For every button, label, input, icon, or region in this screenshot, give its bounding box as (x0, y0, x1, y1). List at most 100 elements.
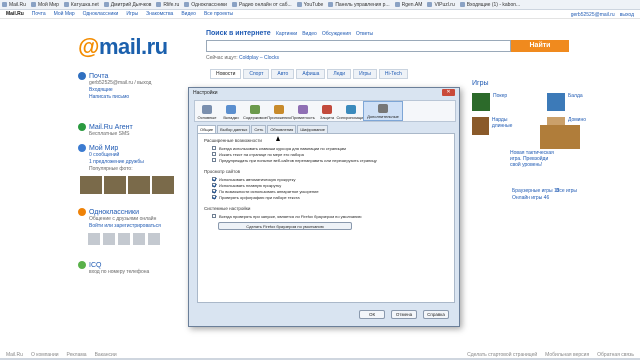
toolbar-pane-4[interactable]: Приложения (267, 101, 291, 121)
game-promo-text[interactable]: Новая тактическая игра. Превзойди свой у… (510, 150, 560, 168)
search-link-images[interactable]: Картинки (276, 31, 297, 37)
avatar[interactable] (148, 233, 160, 245)
bookmark-item[interactable]: Радио онлайн от саб... (231, 2, 292, 8)
ok-button[interactable]: ОК (359, 310, 385, 319)
bookmark-item[interactable]: Катушка.net (63, 2, 99, 8)
game-promo-image[interactable] (540, 125, 580, 149)
news-tab[interactable]: Леди (327, 69, 352, 79)
topnav-item[interactable]: Почта (32, 11, 46, 17)
search-link-answers[interactable]: Ответы (356, 31, 373, 37)
bookmark-label: Одноклассники (191, 1, 227, 8)
ok-login-link[interactable]: Войти или зарегистрироваться (89, 223, 190, 230)
avatar[interactable] (88, 233, 100, 245)
agent-title[interactable]: Mail.Ru Агент (89, 124, 133, 131)
avatar[interactable] (133, 233, 145, 245)
game-item[interactable]: Балда (547, 93, 602, 111)
toolbar-pane-3[interactable]: Содержимое (243, 101, 267, 121)
bookmark-item[interactable]: Одноклассники (184, 2, 227, 8)
photo-thumb[interactable] (104, 176, 126, 194)
portal-top-nav: Mail.Ru Почта Мой Мир Одноклассники Игры Знак… (0, 10, 640, 19)
avatar[interactable] (118, 233, 130, 245)
search-link-discussions[interactable]: Обсуждения (322, 31, 351, 37)
bookmark-item[interactable]: VIPuzl.ru (427, 2, 455, 8)
pane-label: Приложения (267, 115, 291, 120)
online-games-link[interactable]: Онлайн игры 46 (512, 195, 560, 202)
checkbox[interactable] (212, 146, 216, 150)
search-input[interactable] (206, 40, 511, 52)
checkbox[interactable] (212, 214, 216, 218)
all-games-link[interactable]: Все игры (556, 188, 577, 194)
topnav-item[interactable]: Одноклассники (83, 11, 119, 17)
bookmark-item[interactable]: Rgen.AM (394, 2, 422, 8)
news-tab[interactable]: Авто (271, 69, 295, 79)
photo-thumb[interactable] (152, 176, 174, 194)
close-icon[interactable]: ✕ (442, 89, 455, 96)
mail-user[interactable]: gerb52525@mail.ru / выход (89, 80, 190, 87)
toolbar-pane-7[interactable]: Синхронизация (337, 101, 366, 121)
news-tab[interactable]: Игры (353, 69, 377, 79)
bookmark-item[interactable]: Rlife.ru (156, 2, 179, 8)
checkbox[interactable] (212, 152, 216, 156)
photo-thumb[interactable] (128, 176, 150, 194)
bookmark-item[interactable]: Мой Мир (30, 2, 59, 8)
topnav-item[interactable]: Игры (126, 11, 138, 17)
browser-games-link[interactable]: Браузерные игры 12 (512, 188, 560, 195)
game-thumb (472, 117, 489, 135)
user-email-link[interactable]: gerb52525@mail.ru (571, 12, 615, 18)
checkbox[interactable] (212, 189, 216, 193)
bookmark-favicon-icon (184, 2, 190, 7)
ok-title[interactable]: Одноклассники (89, 209, 139, 216)
search-hint-link[interactable]: Coldplay – Clocks (239, 55, 279, 61)
topnav-item[interactable]: Мой Мир (54, 11, 75, 17)
mail-title[interactable]: Почта (89, 73, 108, 80)
checkbox[interactable] (212, 158, 216, 162)
checkbox[interactable] (212, 177, 216, 181)
bookmark-item[interactable]: Панель управления р... (328, 2, 390, 8)
search-link-video[interactable]: Видео (302, 31, 317, 37)
news-tab[interactable]: Афиша (296, 69, 326, 79)
toolbar-pane-8[interactable]: Дополнительные (363, 101, 403, 121)
games-title[interactable]: Игры (472, 80, 602, 87)
default-browser-button[interactable]: Сделать Firefox браузером по умолчанию (218, 222, 352, 230)
option-row[interactable]: Проверять орфографию при наборе текста (212, 194, 448, 200)
news-tab[interactable]: Hi-Tech (378, 69, 408, 79)
option-row[interactable]: Предупреждать при попытке веб-сайтов пер… (212, 157, 448, 163)
topnav-item[interactable]: Все проекты (204, 11, 233, 17)
bookmark-item[interactable]: Дмитрий Дьячков (103, 2, 151, 8)
photo-thumb[interactable] (80, 176, 102, 194)
game-item[interactable]: Нарды длинные (472, 117, 527, 135)
icq-title[interactable]: ICQ (89, 262, 101, 269)
cancel-button[interactable]: Отмена (391, 310, 417, 319)
mymir-messages[interactable]: 0 сообщений (89, 152, 190, 159)
avatar[interactable] (103, 233, 115, 245)
bookmark-item[interactable]: Mail.Ru (2, 2, 26, 8)
topnav-item[interactable]: Mail.Ru (6, 11, 24, 17)
pane-label: Приватность (291, 115, 315, 120)
option-label: Использовать автоматическую прокрутку (219, 176, 296, 182)
checkbox[interactable] (212, 183, 216, 187)
bookmark-item[interactable]: Входящие (1) - kabon... (459, 2, 520, 8)
mailru-logo[interactable]: @mail.ru (78, 34, 168, 60)
toolbar-pane-6[interactable]: Защита (315, 101, 339, 121)
mymir-title[interactable]: Мой Мир (89, 145, 118, 152)
topnav-item[interactable]: Знакомства (146, 11, 173, 17)
inbox-link[interactable]: Входящие (89, 87, 190, 94)
news-tab[interactable]: Новости (210, 69, 242, 79)
checkbox[interactable] (212, 195, 216, 199)
toolbar-pane-2[interactable]: Вкладки (219, 101, 243, 121)
topnav-item[interactable]: Видео (181, 11, 196, 17)
pane-icon (274, 105, 284, 114)
option-row[interactable]: Всегда проверять при запуске, является л… (212, 213, 448, 219)
mymir-friends[interactable]: 1 предложение дружбы (89, 159, 190, 166)
help-button[interactable]: Справка (423, 310, 449, 319)
logout-link[interactable]: выход (620, 12, 634, 18)
bookmark-item[interactable]: YouTube (296, 2, 323, 8)
toolbar-pane-1[interactable]: Основные (195, 101, 219, 121)
compose-link[interactable]: Написать письмо (89, 94, 190, 101)
search-button[interactable]: Найти (511, 40, 569, 52)
game-item[interactable]: Покер (472, 93, 527, 111)
news-tab[interactable]: Спорт (243, 69, 270, 79)
icq-icon (78, 261, 86, 269)
search-block: Поиск в интернете Картинки Видео Обсужде… (206, 30, 569, 61)
toolbar-pane-5[interactable]: Приватность (291, 101, 315, 121)
